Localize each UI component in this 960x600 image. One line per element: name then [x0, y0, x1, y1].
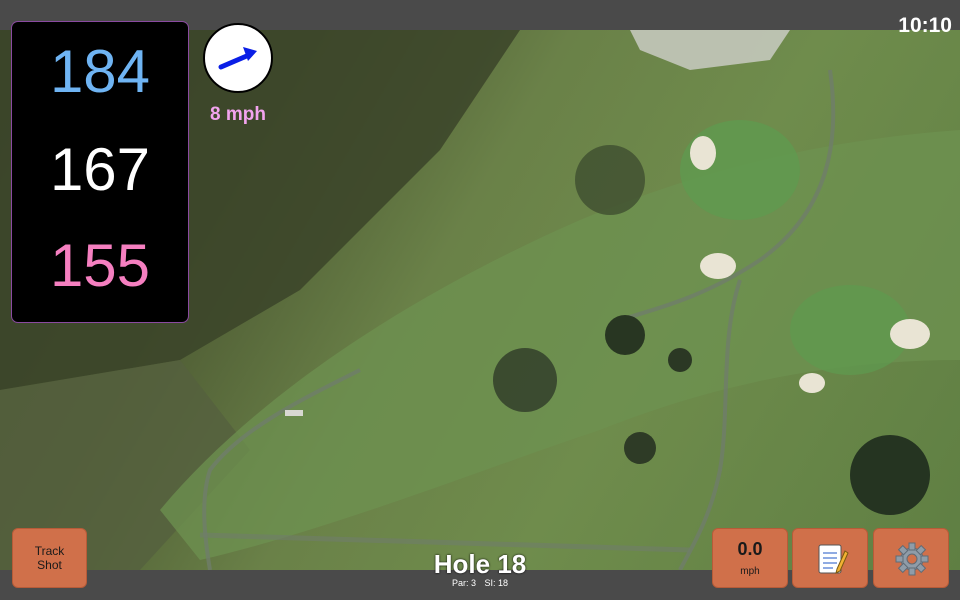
track-shot-label: Track Shot [34, 544, 65, 572]
notepad-icon [818, 544, 849, 574]
settings-button[interactable] [873, 528, 949, 588]
hole-stroke-index: SI: 18 [484, 578, 509, 588]
wind-speed: 8 mph [210, 104, 266, 125]
gear-icon [895, 542, 929, 576]
status-time: 10:10 [898, 14, 952, 37]
back-of-green-distance: 184 [49, 38, 151, 105]
notes-button[interactable] [792, 528, 868, 588]
speed-value: 0.0 [737, 539, 763, 559]
distance-panel: 184 167 155 [12, 22, 188, 322]
speed-unit: mph [740, 566, 760, 577]
front-of-green-distance: 155 [49, 232, 151, 299]
wind-compass[interactable] [203, 23, 273, 93]
hole-par: Par: 3 [451, 578, 476, 588]
hole-info: Par: 3 SI: 18 [380, 578, 580, 588]
wind-direction-arrow-icon [218, 47, 257, 70]
speed-button[interactable]: 0.0 mph [712, 528, 788, 588]
track-shot-button[interactable]: Track Shot [12, 528, 87, 588]
hole-title: Hole 18 [433, 549, 527, 579]
middle-of-green-distance: 167 [49, 136, 151, 203]
